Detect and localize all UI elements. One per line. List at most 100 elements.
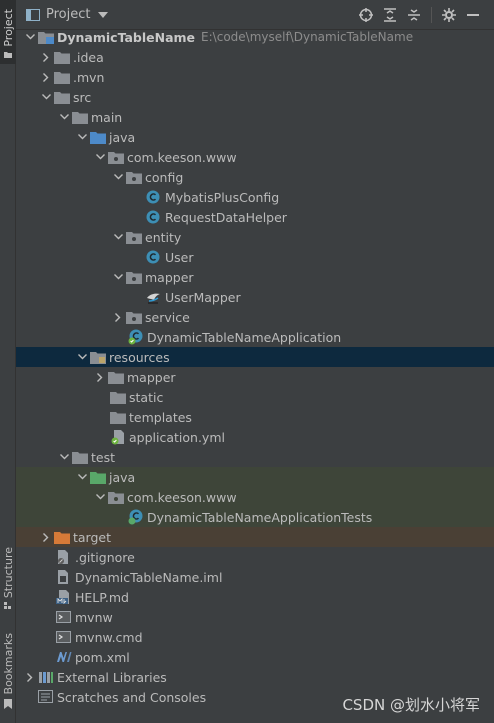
project-view-selector[interactable]: Project	[46, 7, 90, 22]
tree-item-test-java[interactable]: java	[16, 467, 494, 487]
tree-item-label: DynamicTableName.iml	[75, 569, 223, 585]
maven-icon	[56, 647, 74, 667]
tree-item-src[interactable]: src	[16, 87, 494, 107]
toolbar-separator	[431, 7, 432, 23]
chevron-down-icon[interactable]	[92, 487, 108, 507]
tree-item-request-data-helper[interactable]: RequestDataHelper	[16, 207, 494, 227]
tree-item-resources-mapper[interactable]: mapper	[16, 367, 494, 387]
tree-item-mvnw[interactable]: mvnw	[16, 607, 494, 627]
tree-item-label: DynamicTableNameApplicationTests	[147, 509, 373, 525]
tree-item-label: src	[73, 89, 92, 105]
crosshair-icon	[359, 8, 373, 22]
tree-item-label: entity	[145, 229, 182, 245]
expand-all-icon	[384, 8, 396, 22]
tree-item-label: mapper	[145, 269, 194, 285]
tree-item-help[interactable]: HELP.md	[16, 587, 494, 607]
expand-all-button[interactable]	[381, 6, 399, 24]
tree-item-label: mvnw.cmd	[75, 629, 143, 645]
markdown-file-icon	[56, 587, 74, 607]
tree-item-target[interactable]: target	[16, 527, 494, 547]
test-source-folder-icon	[90, 467, 108, 487]
folder-icon	[108, 367, 126, 387]
chevron-down-icon[interactable]	[110, 227, 126, 247]
select-opened-file-button[interactable]	[357, 6, 375, 24]
tree-item-service[interactable]: service	[16, 307, 494, 327]
tree-item-main[interactable]: main	[16, 107, 494, 127]
tree-item-mvn[interactable]: .mvn	[16, 67, 494, 87]
tree-item-label: resources	[109, 349, 170, 365]
chevron-down-icon[interactable]	[74, 127, 90, 147]
chevron-down-icon[interactable]	[22, 27, 38, 47]
tree-item-user[interactable]: User	[16, 247, 494, 267]
chevron-down-icon[interactable]	[110, 267, 126, 287]
structure-tool-tab-label: Structure	[1, 546, 15, 599]
tree-item-idea[interactable]: .idea	[16, 47, 494, 67]
yaml-config-icon	[110, 427, 128, 447]
tree-item-static[interactable]: static	[16, 387, 494, 407]
chevron-down-icon[interactable]	[92, 147, 108, 167]
tree-item-mapper[interactable]: mapper	[16, 267, 494, 287]
tree-item-mvnw-cmd[interactable]: mvnw.cmd	[16, 627, 494, 647]
tree-item-label: test	[91, 449, 116, 465]
project-panel-header: Project	[16, 0, 494, 30]
project-panel: Project DynamicTableName E:\code\myself\…	[16, 0, 494, 723]
chevron-right-icon[interactable]	[38, 527, 54, 547]
chevron-right-icon[interactable]	[38, 67, 54, 87]
chevron-down-icon[interactable]	[110, 167, 126, 187]
structure-tool-tab[interactable]: Structure	[0, 544, 16, 612]
tree-item-templates[interactable]: templates	[16, 407, 494, 427]
tree-item-label: com.keeson.www	[127, 149, 237, 165]
tree-item-application[interactable]: DynamicTableNameApplication	[16, 327, 494, 347]
tree-item-label: application.yml	[129, 429, 225, 445]
chevron-down-icon[interactable]	[56, 107, 72, 127]
tree-item-label: External Libraries	[57, 669, 167, 685]
chevron-right-icon[interactable]	[92, 367, 108, 387]
folder-icon	[54, 47, 72, 67]
tree-item-iml[interactable]: DynamicTableName.iml	[16, 567, 494, 587]
folder-icon	[72, 447, 90, 467]
options-button[interactable]	[440, 6, 458, 24]
excluded-folder-icon	[54, 527, 72, 547]
chevron-down-icon[interactable]	[74, 347, 90, 367]
tree-item-user-mapper[interactable]: UserMapper	[16, 287, 494, 307]
scratches-icon	[38, 687, 56, 707]
collapse-all-button[interactable]	[405, 6, 423, 24]
tree-item-application-tests[interactable]: DynamicTableNameApplicationTests	[16, 507, 494, 527]
tree-item-test[interactable]: test	[16, 447, 494, 467]
tree-item-gitignore[interactable]: .gitignore	[16, 547, 494, 567]
project-tool-tab[interactable]: Project	[0, 0, 16, 64]
tree-item-external-libraries[interactable]: External Libraries	[16, 667, 494, 687]
tree-item-main-java[interactable]: java	[16, 127, 494, 147]
chevron-down-icon[interactable]	[98, 11, 109, 18]
resources-folder-icon	[90, 347, 108, 367]
tree-item-label: UserMapper	[165, 289, 241, 305]
tree-item-label: User	[165, 249, 194, 265]
folder-icon	[110, 407, 128, 427]
tree-item-application-yml[interactable]: application.yml	[16, 427, 494, 447]
tree-item-label: static	[129, 389, 164, 405]
bookmarks-tool-tab[interactable]: Bookmarks	[0, 630, 16, 712]
chevron-right-icon[interactable]	[110, 307, 126, 327]
hide-panel-button[interactable]	[464, 6, 482, 24]
chevron-down-icon[interactable]	[56, 447, 72, 467]
collapse-all-icon	[408, 9, 420, 21]
tree-item-config[interactable]: config	[16, 167, 494, 187]
tree-item-root[interactable]: DynamicTableName E:\code\myself\DynamicT…	[16, 27, 494, 47]
tree-item-pom[interactable]: pom.xml	[16, 647, 494, 667]
tree-item-resources[interactable]: resources	[16, 347, 494, 367]
chevron-down-icon[interactable]	[74, 467, 90, 487]
folder-icon	[110, 387, 128, 407]
tree-item-test-package[interactable]: com.keeson.www	[16, 487, 494, 507]
chevron-right-icon[interactable]	[22, 667, 38, 687]
tree-item-main-package[interactable]: com.keeson.www	[16, 147, 494, 167]
ignore-file-icon	[56, 547, 74, 567]
tree-item-label: DynamicTableNameApplication	[147, 329, 342, 345]
chevron-right-icon[interactable]	[38, 47, 54, 67]
tree-item-label: MybatisPlusConfig	[165, 189, 280, 205]
folder-icon	[72, 107, 90, 127]
package-icon	[108, 487, 126, 507]
tree-item-entity[interactable]: entity	[16, 227, 494, 247]
package-icon	[108, 147, 126, 167]
tree-item-mybatis-plus-config[interactable]: MybatisPlusConfig	[16, 187, 494, 207]
chevron-down-icon[interactable]	[38, 87, 54, 107]
